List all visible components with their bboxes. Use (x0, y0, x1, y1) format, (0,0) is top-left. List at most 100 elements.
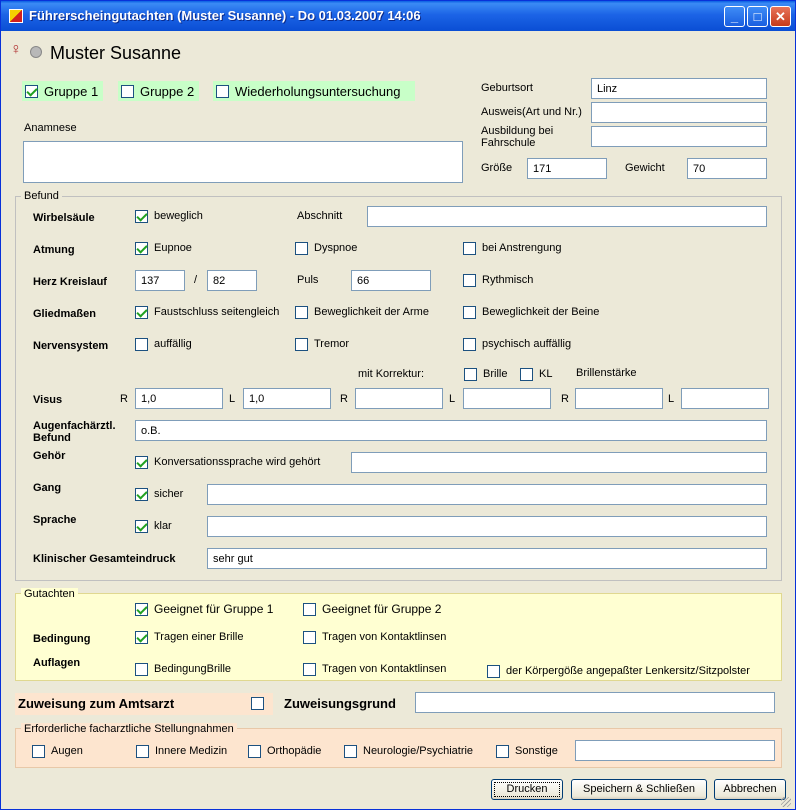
ausbildung-label: Ausbildung bei Fahrschule (481, 125, 553, 149)
geburtsort-field[interactable]: Linz (591, 78, 767, 99)
zuweisung-checkbox[interactable] (251, 695, 270, 711)
close-button[interactable]: ✕ (770, 6, 791, 27)
auffaellig-checkbox[interactable]: auffällig (135, 336, 192, 352)
checkbox-box (135, 487, 148, 501)
checkbox-box (135, 455, 148, 469)
blutdruck-slash: / (194, 274, 198, 286)
checkbox-box (135, 630, 148, 644)
arme-checkbox[interactable]: Beweglichkeit der Arme (295, 304, 429, 320)
augen-befund-field[interactable]: o.B. (135, 420, 767, 441)
eupnoe-checkbox[interactable]: Eupnoe (135, 240, 192, 256)
dyspnoe-checkbox[interactable]: Dyspnoe (295, 240, 357, 256)
checkbox-box (135, 305, 148, 319)
auflage-kontakt-checkbox[interactable]: Tragen von Kontaktlinsen (303, 661, 446, 677)
brillenstaerke-l-field[interactable] (681, 388, 769, 409)
rythmisch-checkbox[interactable]: Rythmisch (463, 272, 533, 288)
gehoer-label: Gehör (33, 450, 66, 462)
abschnitt-field[interactable] (367, 206, 767, 227)
beine-checkbox[interactable]: Beweglichkeit der Beine (463, 304, 599, 320)
gewicht-field[interactable]: 70 (687, 158, 767, 179)
ausweis-field[interactable] (591, 102, 767, 123)
blutdruck-sys-field[interactable]: 137 (135, 270, 185, 291)
zuweisungsgrund-field[interactable] (415, 692, 775, 713)
puls-field[interactable]: 66 (351, 270, 431, 291)
anstrengung-checkbox[interactable]: bei Anstrengung (463, 240, 562, 256)
kl-checkbox[interactable]: KL (520, 366, 552, 382)
sprache-label: Sprache (33, 514, 77, 526)
nervensystem-label: Nervensystem (33, 340, 109, 352)
maximize-button[interactable]: □ (747, 6, 768, 27)
resize-grip[interactable] (781, 797, 791, 807)
drucken-button[interactable]: Drucken (491, 779, 563, 800)
neurologie-label: Neurologie/Psychiatrie (363, 745, 474, 757)
geeignet-g2-checkbox[interactable]: Geeignet für Gruppe 2 (303, 601, 441, 617)
minimize-button[interactable]: _ (724, 6, 745, 27)
augen-checkbox[interactable]: Augen (32, 743, 83, 759)
faustschluss-checkbox[interactable]: Faustschluss seitengleich (135, 304, 279, 320)
wirbelsaeule-label: Wirbelsäule (33, 212, 95, 224)
auflage-brille-checkbox[interactable]: BedingungBrille (135, 661, 231, 677)
brille-checkbox[interactable]: Brille (464, 366, 507, 382)
checkbox-box (344, 744, 357, 758)
blutdruck-dia-field[interactable]: 82 (207, 270, 257, 291)
checkbox-box (463, 337, 476, 351)
sonstige-checkbox[interactable]: Sonstige (496, 743, 558, 759)
patient-name: Muster Susanne (50, 43, 182, 63)
checkbox-box (32, 744, 45, 758)
arme-label: Beweglichkeit der Arme (314, 306, 429, 318)
gang-checkbox[interactable]: sicher (135, 486, 183, 502)
gehoer-field[interactable] (351, 452, 767, 473)
sonstige-label: Sonstige (515, 745, 558, 757)
geeignet-g1-checkbox[interactable]: Geeignet für Gruppe 1 (135, 601, 273, 617)
anamnese-field[interactable] (23, 141, 463, 183)
korrektur-r-field[interactable] (355, 388, 443, 409)
tremor-checkbox[interactable]: Tremor (295, 336, 349, 352)
sonstige-field[interactable] (575, 740, 775, 761)
beweglich-checkbox[interactable]: beweglich (135, 208, 203, 224)
sprache-field[interactable] (207, 516, 767, 537)
bedingung-label: Bedingung (33, 633, 91, 645)
faustschluss-label: Faustschluss seitengleich (154, 306, 280, 318)
brillenstaerke-r-field[interactable] (575, 388, 663, 409)
augen-befund-label-line1: Augenfachärztl. (33, 420, 116, 432)
korrektur-label: mit Korrektur: (358, 368, 425, 380)
gruppe2-checkbox[interactable]: Gruppe 2 (121, 83, 194, 99)
speichern-button[interactable]: Speichern & Schließen (571, 779, 707, 800)
bedingung-brille-checkbox[interactable]: Tragen einer Brille (135, 629, 243, 645)
gutachten-legend: Gutachten (21, 588, 78, 600)
bedingung-brille-label: Tragen einer Brille (154, 631, 244, 643)
checkbox-box (248, 744, 261, 758)
window-title: Führerscheingutachten (Muster Susanne) -… (29, 8, 421, 23)
brille-label: Brille (483, 368, 508, 380)
checkbox-box (135, 519, 148, 533)
facharzt-legend: Erforderliche facharztliche Stellungnahm… (21, 723, 237, 735)
wiederholung-checkbox[interactable]: Wiederholungsuntersuchung (216, 83, 401, 99)
visus-l-field[interactable]: 1,0 (243, 388, 331, 409)
checkbox-box (496, 744, 509, 758)
innere-checkbox[interactable]: Innere Medizin (136, 743, 227, 759)
bedingung-kontakt-checkbox[interactable]: Tragen von Kontaktlinsen (303, 629, 446, 645)
wiederholung-label: Wiederholungsuntersuchung (235, 83, 401, 99)
abbrechen-button[interactable]: Abbrechen (714, 779, 786, 800)
gesamteindruck-field[interactable]: sehr gut (207, 548, 767, 569)
kl-label: KL (539, 368, 553, 380)
visus-r-field[interactable]: 1,0 (135, 388, 223, 409)
gang-field[interactable] (207, 484, 767, 505)
auffaellig-label: auffällig (154, 338, 192, 350)
brillenstaerke-label: Brillenstärke (576, 367, 637, 379)
gruppe1-checkbox[interactable]: Gruppe 1 (25, 83, 98, 99)
neurologie-checkbox[interactable]: Neurologie/Psychiatrie (344, 743, 473, 759)
ausbildung-field[interactable] (591, 126, 767, 147)
gehoer-checkbox[interactable]: Konversationssprache wird gehört (135, 454, 320, 470)
orthopaedie-checkbox[interactable]: Orthopädie (248, 743, 321, 759)
sprache-checkbox[interactable]: klar (135, 518, 172, 534)
auflage-sitz-checkbox[interactable]: der Körpergöße angepaßter Lenkersitz/Sit… (487, 663, 750, 679)
gliedmassen-label: Gliedmaßen (33, 308, 96, 320)
ausbildung-label-line2: Fahrschule (481, 137, 536, 149)
korrektur-l-field[interactable] (463, 388, 551, 409)
title-bar[interactable]: Führerscheingutachten (Muster Susanne) -… (1, 1, 795, 31)
auflagen-label: Auflagen (33, 657, 81, 669)
visus-l-label-1: L (229, 393, 236, 405)
groesse-field[interactable]: 171 (527, 158, 607, 179)
psychisch-checkbox[interactable]: psychisch auffällig (463, 336, 571, 352)
